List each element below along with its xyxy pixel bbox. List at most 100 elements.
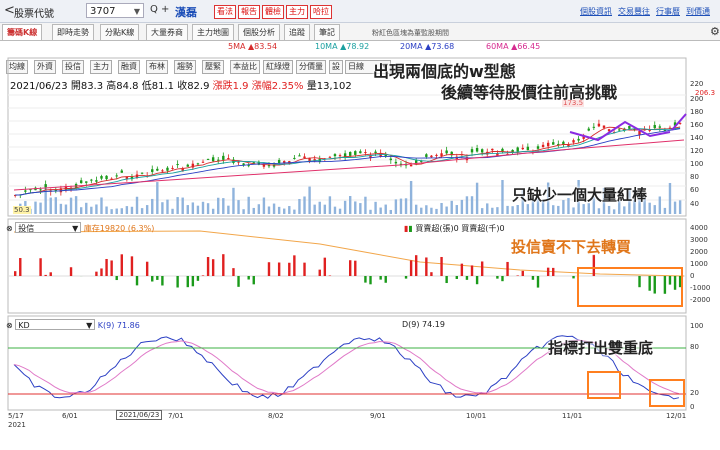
candle-body (176, 164, 179, 166)
volume-bar (252, 207, 255, 214)
kd-panel-header: ⊗ KD ▼ K(9) 71.86 (6, 319, 140, 331)
kd-indicator-value: KD (18, 321, 30, 330)
volume-bar (151, 198, 154, 214)
trust-bar (69, 267, 73, 276)
trust-bar (211, 259, 215, 276)
trust-tick: 3000 (690, 236, 708, 244)
kd-k-value: K(9) 71.86 (97, 321, 140, 330)
trust-tick: 4000 (690, 224, 708, 232)
trust-indicator-select[interactable]: 投信 ▼ (15, 222, 82, 233)
volume-bar (623, 206, 626, 214)
candle-body (39, 189, 42, 191)
volume-bar (323, 204, 327, 214)
volume-bar (607, 205, 611, 214)
volume-bar (445, 206, 448, 214)
volume-bar (572, 207, 575, 214)
volume-bar (557, 205, 560, 214)
candle-body (354, 151, 357, 155)
volume-bar (374, 201, 377, 214)
date-label: 11/01 (562, 412, 583, 420)
candle-body (283, 161, 286, 163)
trust-bar (232, 268, 235, 276)
volume-bar (105, 206, 108, 214)
volume-bar (176, 197, 179, 214)
volume-bar (465, 196, 469, 214)
price-tick: 180 (690, 108, 704, 116)
price-tick: 160 (690, 121, 704, 129)
volume-bar (49, 197, 52, 214)
volume-bar (171, 208, 174, 214)
trust-bar (678, 276, 682, 288)
volume-bar (130, 206, 134, 214)
volume-bar (668, 182, 672, 214)
candle-body (247, 165, 250, 167)
trust-bar (455, 276, 458, 279)
close-icon[interactable]: ⊗ (6, 321, 13, 330)
volume-bar (440, 202, 443, 214)
volume-bar (460, 199, 464, 214)
volume-bar (64, 204, 68, 214)
volume-bar (59, 203, 63, 214)
trust-bar (206, 257, 210, 276)
candle-body (227, 158, 230, 160)
candle-body (140, 172, 144, 174)
volume-bar (389, 209, 393, 214)
volume-bar (394, 199, 398, 214)
candle-body (516, 147, 519, 152)
annotation-kd: 指標打出雙重底 (548, 339, 654, 357)
date-label: 7/01 (168, 412, 184, 420)
date-label: 6/01 (62, 412, 78, 420)
volume-bar (161, 202, 164, 214)
close-icon[interactable]: ⊗ (6, 224, 13, 233)
volume-bar (201, 201, 205, 214)
candle-body (602, 125, 606, 128)
volume-bar (288, 206, 291, 214)
candle-body (171, 167, 174, 169)
candle-body (536, 146, 540, 149)
trust-bar (95, 271, 98, 276)
volume-bar (343, 200, 347, 214)
volume-bar (359, 203, 362, 214)
trust-bar (156, 276, 159, 280)
trust-tick: 1000 (690, 260, 708, 268)
trust-bar (303, 262, 306, 276)
trust-bar (531, 276, 535, 280)
candle-body (24, 190, 27, 192)
volume-bar (552, 205, 555, 214)
trust-panel-header: ⊗ 投信 ▼ 庫存19820 (6.3%) (6, 222, 154, 234)
volume-bar (283, 208, 286, 214)
volume-bar (516, 205, 519, 214)
trust-bar (521, 270, 524, 276)
trust-bar (409, 260, 413, 276)
volume-bar (262, 197, 266, 214)
trust-bar (445, 276, 448, 284)
trust-bar (668, 276, 672, 285)
candle-body (156, 168, 159, 171)
trust-tick: 2000 (690, 248, 708, 256)
annotation-volume: 只缺少一個大量紅棒 (512, 186, 648, 204)
candle-body (597, 123, 601, 127)
trust-bar (105, 258, 108, 276)
candle-body (196, 163, 200, 165)
kd-tick: 0 (690, 403, 695, 411)
trust-bar (293, 255, 296, 276)
date-label: 10/01 (466, 412, 487, 420)
candle-body (186, 164, 189, 167)
volume-bar (277, 206, 281, 214)
kd-indicator-select[interactable]: KD ▼ (15, 319, 96, 330)
volume-bar (496, 207, 499, 214)
trust-bar (130, 256, 134, 276)
candle-body (364, 152, 367, 154)
trust-bar (323, 257, 327, 276)
volume-bar (653, 205, 656, 214)
candle-body (298, 155, 301, 157)
trust-bar (277, 262, 281, 276)
candle-body (293, 157, 296, 159)
candle-body (475, 147, 479, 152)
trust-bar (49, 272, 52, 276)
trust-bar (44, 274, 47, 276)
volume-bar (501, 180, 504, 214)
candle-body (222, 155, 225, 160)
volume-bar (206, 203, 210, 214)
trust-bar (318, 269, 321, 276)
